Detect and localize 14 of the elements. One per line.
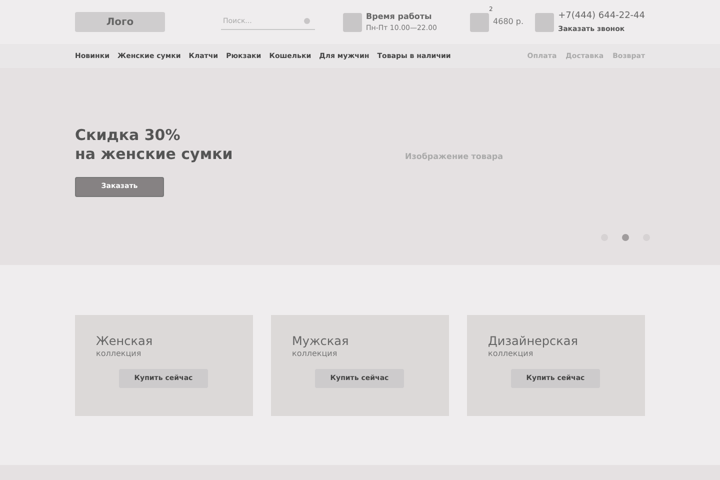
collection-subtitle: коллекция: [96, 348, 142, 360]
hours-title: Время работы: [366, 10, 433, 23]
image-placeholder-label: Изображение товара: [405, 151, 503, 163]
hero-title: Скидка 30% на женские сумки: [75, 126, 234, 164]
search-icon[interactable]: [304, 18, 310, 24]
cart-total: 4680 р.: [493, 16, 524, 28]
collection-subtitle: коллекция: [488, 348, 534, 360]
collection-title: Дизайнерская: [488, 335, 579, 348]
collection-subtitle: коллекция: [292, 348, 338, 360]
collection-title: Женская: [96, 335, 154, 348]
phone-number: +7(444) 644-22-44: [558, 10, 645, 23]
carousel-dot[interactable]: [622, 234, 629, 241]
collection-title: Мужская: [292, 335, 350, 348]
logo-button[interactable]: Лого: [75, 12, 165, 32]
